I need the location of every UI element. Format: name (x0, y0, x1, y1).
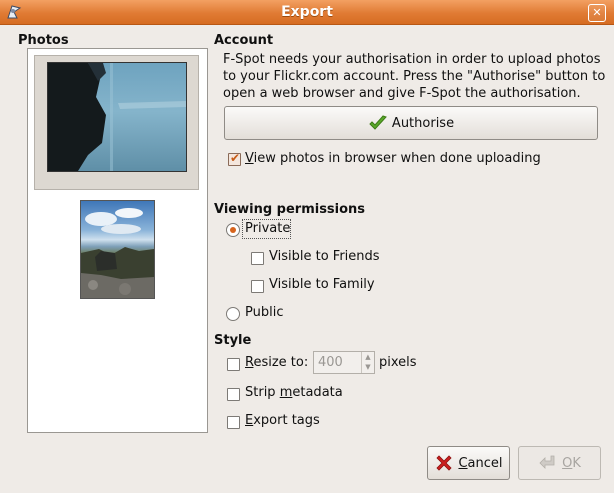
resize-size-value: 400 (318, 355, 343, 370)
authorise-label: Authorise (391, 115, 455, 131)
selected-photo-thumbnail[interactable] (34, 55, 199, 190)
spin-up-icon[interactable]: ▲ (362, 352, 374, 362)
ok-label: OK (562, 456, 581, 471)
public-label[interactable]: Public (245, 305, 283, 320)
checkbox-check-icon: ✔ (230, 151, 241, 165)
account-description: F-Spot needs your authorisation in order… (223, 52, 606, 101)
authorise-button[interactable]: Authorise (224, 106, 598, 140)
strip-metadata-label-rest: etadata (292, 385, 343, 400)
resize-unit-label: pixels (379, 355, 417, 370)
strip-metadata-label[interactable]: Strip metadata (245, 385, 343, 400)
spin-arrows[interactable]: ▲ ▼ (361, 352, 374, 373)
ok-mnemonic: O (562, 455, 573, 471)
spin-down-icon[interactable]: ▼ (362, 362, 374, 372)
return-arrow-icon (539, 455, 555, 469)
cancel-mnemonic: C (458, 455, 468, 471)
view-photos-checkbox[interactable]: ✔ (228, 151, 241, 166)
cancel-icon (436, 455, 453, 471)
style-title: Style (214, 333, 252, 348)
private-radio[interactable] (226, 223, 240, 237)
ok-button[interactable]: OK (518, 446, 601, 480)
export-tags-mnemonic: E (245, 413, 254, 428)
view-photos-label-rest: iew photos in browser when done uploadin… (253, 151, 541, 166)
visible-to-friends-checkbox[interactable] (251, 252, 264, 265)
visible-to-friends-label[interactable]: Visible to Friends (269, 249, 380, 264)
photos-list[interactable] (27, 48, 208, 433)
public-radio[interactable] (226, 307, 240, 321)
export-tags-label-rest: xport tags (253, 413, 320, 428)
photo-thumbnail-1 (47, 62, 187, 172)
visible-to-family-checkbox[interactable] (251, 280, 264, 293)
viewing-permissions-title: Viewing permissions (214, 202, 366, 217)
close-button[interactable]: ✕ (588, 4, 606, 22)
photo-thumbnail-2[interactable] (80, 200, 155, 299)
strip-metadata-label-prefix: Strip (245, 385, 280, 400)
export-tags-label[interactable]: Export tags (245, 413, 320, 428)
cancel-button[interactable]: Cancel (427, 446, 510, 480)
focus-indicator (242, 219, 291, 239)
resize-label-rest: esize to: (253, 355, 309, 370)
cancel-label-rest: ancel (467, 455, 503, 471)
view-photos-label[interactable]: View photos in browser when done uploadi… (245, 151, 541, 166)
checkmark-icon (369, 115, 387, 130)
photo-1-image (48, 63, 186, 171)
resize-label[interactable]: Resize to: (245, 355, 308, 370)
radio-selected-dot (230, 227, 236, 233)
window-title: Export (281, 4, 333, 20)
view-photos-mnemonic: V (245, 151, 254, 166)
window-titlebar[interactable]: Export ✕ (0, 0, 614, 25)
photos-title: Photos (18, 33, 69, 48)
export-tags-checkbox[interactable] (227, 416, 240, 429)
photo-2-image (81, 208, 154, 298)
strip-metadata-checkbox[interactable] (227, 388, 240, 401)
cancel-label: Cancel (458, 456, 502, 471)
account-title: Account (214, 33, 274, 48)
strip-metadata-mnemonic: m (279, 385, 293, 400)
visible-to-family-label[interactable]: Visible to Family (269, 277, 375, 292)
resize-size-spinbutton[interactable]: 400 ▲ ▼ (313, 351, 375, 374)
resize-checkbox[interactable] (227, 358, 240, 371)
ok-label-rest: K (572, 455, 581, 471)
